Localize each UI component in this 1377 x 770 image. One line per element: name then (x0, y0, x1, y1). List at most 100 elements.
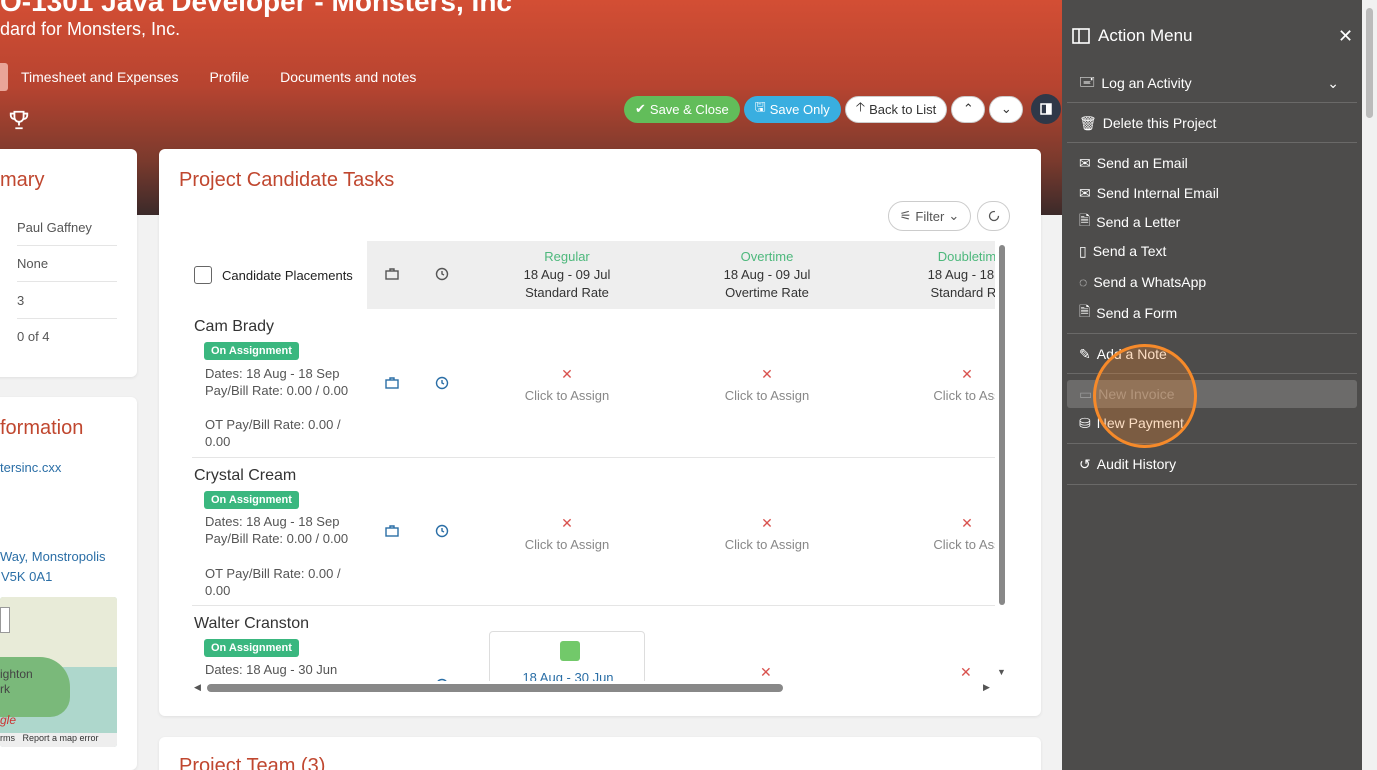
map-park (0, 657, 70, 717)
candidate-name[interactable]: Cam Brady (194, 318, 274, 336)
assign-cell-doubletime[interactable]: ✕ Click to Ass (867, 515, 995, 552)
email-link[interactable]: tersinc.cxx (0, 460, 61, 475)
location-map[interactable]: ighton rk gle rms Report a map error (0, 597, 117, 747)
send-letter-label: Send a Letter (1096, 214, 1181, 230)
assign-cell-regular[interactable]: ✕ Click to Assign (467, 515, 667, 552)
pay-bill-rate: Pay/Bill Rate: 0.00 / 0.00 (205, 531, 349, 546)
close-icon: ✕ (561, 515, 573, 531)
map-place-label-2: rk (0, 682, 10, 696)
map-zoom-control[interactable] (0, 607, 10, 633)
filter-label: Filter (915, 208, 945, 224)
previous-record-button[interactable]: ⌃ (951, 95, 986, 123)
clock-icon[interactable] (435, 376, 449, 390)
information-card: formation tersinc.cxx Way, Monstropolis … (0, 397, 137, 770)
briefcase-icon[interactable] (385, 376, 399, 390)
assign-label: Click to Assign (524, 537, 610, 552)
close-icon: ✕ (761, 515, 773, 531)
tab-timesheet-expenses[interactable]: Timesheet and Expenses (21, 69, 178, 85)
floppy-icon: 🖫 (754, 99, 766, 114)
trash-icon: 🗑 (1079, 114, 1097, 131)
menu-divider (1067, 484, 1357, 485)
clock-icon[interactable] (435, 524, 449, 538)
information-title: formation (0, 417, 84, 439)
close-icon[interactable]: ✕ (1338, 26, 1353, 47)
tasks-grid: Candidate Placements Regular 18 Aug - 09 … (192, 241, 995, 681)
summary-value: None (17, 246, 117, 282)
close-icon: ✕ (561, 366, 573, 382)
whatsapp-icon: ◌ (1079, 274, 1088, 290)
assign-cell-doubletime[interactable]: ✕ Click to Ass (867, 366, 995, 403)
select-all-checkbox[interactable] (194, 266, 212, 284)
send-letter-item[interactable]: 🗎 Send a Letter (1067, 208, 1357, 236)
menu-divider (1067, 142, 1357, 143)
assign-label: Click to Ass (933, 537, 995, 552)
document-icon: 🗎 (1079, 212, 1091, 228)
log-activity-item[interactable]: 🖃 Log an Activity ⌄ (1067, 69, 1357, 97)
close-icon[interactable]: ✕ (760, 664, 772, 681)
candidate-name[interactable]: Crystal Cream (194, 467, 296, 485)
save-only-button[interactable]: 🖫 Save Only (743, 95, 841, 123)
arrow-up-icon: 🡡 (855, 99, 866, 114)
menu-divider (1067, 443, 1357, 444)
header-overtime-dates: 18 Aug - 09 Jul (723, 267, 811, 282)
tab-profile[interactable]: Profile (209, 69, 249, 85)
delete-project-item[interactable]: 🗑 Delete this Project (1067, 109, 1357, 137)
next-record-button[interactable]: ⌄ (989, 95, 1024, 123)
summary-progress: 0 of 4 (17, 329, 50, 344)
envelope-icon: ✉ (1079, 184, 1091, 201)
send-text-item[interactable]: ▯ Send a Text (1067, 237, 1357, 265)
filter-icon: ⚟ (899, 208, 912, 223)
page-scrollbar-thumb[interactable] (1366, 8, 1373, 118)
refresh-icon (988, 210, 999, 222)
candidate-name[interactable]: Walter Cranston (194, 615, 309, 633)
tab-active-indicator[interactable] (0, 63, 8, 91)
filter-button[interactable]: ⚟ Filter ⌄ (888, 201, 971, 231)
briefcase-icon[interactable] (385, 524, 399, 538)
address-line2-link[interactable]: V5K 0A1 (1, 569, 52, 584)
back-to-list-button[interactable]: 🡡 Back to List (844, 95, 948, 123)
assign-label: Click to Ass (933, 388, 995, 403)
map-report-link[interactable]: Report a map error (23, 733, 99, 743)
send-internal-email-item[interactable]: ✉ Send Internal Email (1067, 179, 1357, 207)
grid-vertical-scrollbar[interactable] (999, 245, 1005, 605)
save-only-label: Save Only (769, 101, 830, 117)
clock-icon[interactable] (435, 678, 449, 681)
save-close-button[interactable]: ✔ Save & Close (624, 95, 740, 123)
trophy-icon[interactable] (8, 109, 30, 131)
assign-cell-regular[interactable]: ✕ Click to Assign (467, 366, 667, 403)
assigned-task-cell[interactable]: 18 Aug - 30 Jun (489, 631, 645, 681)
send-whatsapp-item[interactable]: ◌ Send a WhatsApp (1067, 268, 1357, 296)
table-row: Walter Cranston On Assignment Dates: 18 … (192, 606, 995, 681)
assign-cell-overtime[interactable]: ✕ Click to Assign (667, 515, 867, 552)
header-regular: Regular 18 Aug - 09 Jul Standard Rate (467, 241, 667, 309)
page-title: O-1301 Java Developer - Monsters, Inc (0, 0, 512, 17)
send-form-item[interactable]: 🗎 Send a Form (1067, 299, 1357, 327)
panel-toggle-button[interactable] (1031, 94, 1062, 124)
address-line1-link[interactable]: Way, Monstropolis (0, 549, 105, 564)
send-email-item[interactable]: ✉ Send an Email (1067, 149, 1357, 177)
scroll-left-arrow[interactable]: ◀ (194, 682, 201, 693)
map-terms-link[interactable]: rms (0, 733, 15, 743)
tab-documents-notes[interactable]: Documents and notes (280, 69, 416, 85)
header-overtime: Overtime 18 Aug - 09 Jul Overtime Rate (667, 241, 867, 309)
scroll-down-arrow[interactable]: ▼ (997, 667, 1006, 677)
page-scrollbar[interactable] (1362, 0, 1377, 770)
menu-divider (1067, 333, 1357, 334)
close-icon[interactable]: ✕ (960, 664, 972, 681)
summary-count: 3 (17, 283, 117, 319)
form-icon: 🗎 (1079, 303, 1091, 319)
refresh-button[interactable] (977, 201, 1010, 231)
envelope-icon: ✉ (1079, 154, 1091, 171)
assign-cell-overtime[interactable]: ✕ Click to Assign (667, 366, 867, 403)
scroll-right-arrow[interactable]: ▶ (983, 682, 990, 693)
briefcase-icon[interactable] (385, 678, 399, 681)
project-team-card: Project Team (3) (159, 737, 1041, 770)
project-tabs: Timesheet and Expenses Profile Documents… (0, 63, 434, 91)
send-email-label: Send an Email (1096, 155, 1188, 171)
audit-history-label: Audit History (1096, 456, 1177, 472)
assign-label: Click to Assign (524, 388, 610, 403)
audit-history-item[interactable]: ↺ Audit History (1067, 450, 1357, 478)
send-text-label: Send a Text (1092, 243, 1167, 259)
grid-horizontal-scrollbar[interactable] (207, 684, 783, 692)
send-internal-email-label: Send Internal Email (1096, 185, 1219, 201)
